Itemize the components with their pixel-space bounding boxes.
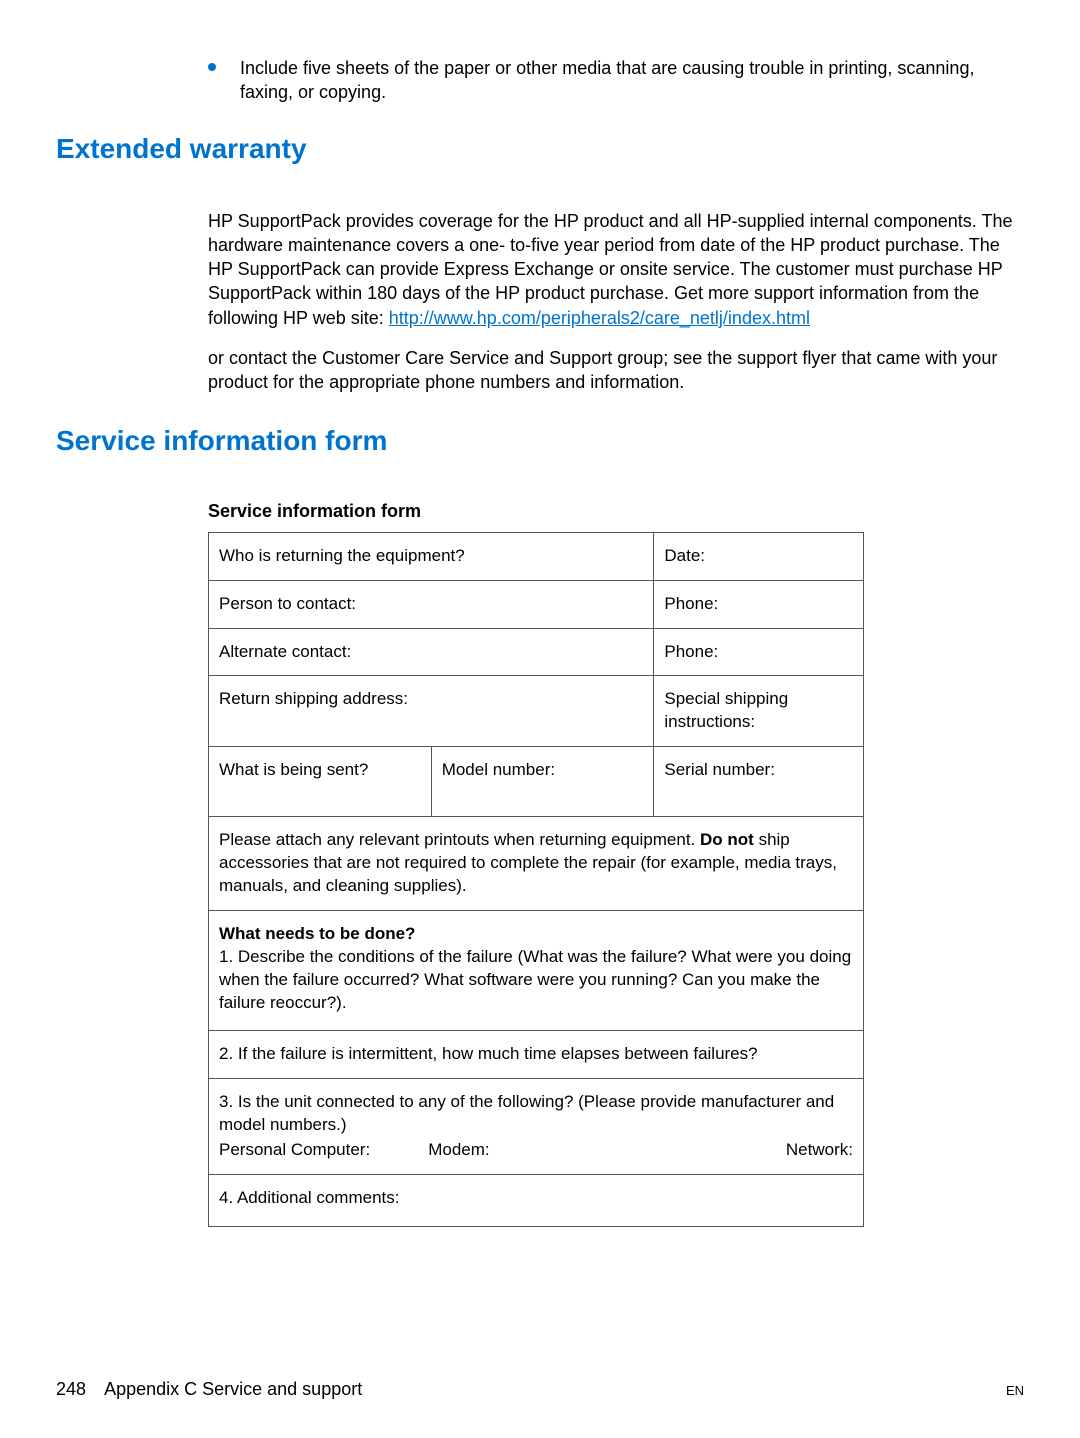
attach-bold: Do not: [700, 830, 754, 849]
cell-needs-4: 4. Additional comments:: [209, 1174, 864, 1226]
page-number: 248: [56, 1379, 86, 1399]
label-pc: Personal Computer:: [219, 1139, 428, 1162]
bullet-text: Include five sheets of the paper or othe…: [240, 56, 1024, 105]
bullet-icon: [208, 63, 216, 71]
cell-needs-2: 2. If the failure is intermittent, how m…: [209, 1031, 864, 1079]
cell-who-returning: Who is returning the equipment?: [209, 532, 654, 580]
bullet-item: Include five sheets of the paper or othe…: [208, 56, 1024, 105]
heading-service-info-form: Service information form: [56, 425, 1024, 457]
cell-needs-3: 3. Is the unit connected to any of the f…: [209, 1079, 864, 1175]
cell-needs-1: What needs to be done? 1. Describe the c…: [209, 911, 864, 1031]
cell-model-number: Model number:: [431, 747, 654, 817]
heading-extended-warranty: Extended warranty: [56, 133, 1024, 165]
service-info-table: Who is returning the equipment? Date: Pe…: [208, 532, 864, 1227]
cell-attach-instructions: Please attach any relevant printouts whe…: [209, 817, 864, 911]
cell-return-address: Return shipping address:: [209, 676, 654, 747]
needs-1-text: 1. Describe the conditions of the failur…: [219, 947, 851, 1012]
paragraph-contact: or contact the Customer Care Service and…: [208, 346, 1024, 395]
support-link[interactable]: http://www.hp.com/peripherals2/care_netl…: [389, 308, 810, 328]
cell-what-sent: What is being sent?: [209, 747, 432, 817]
cell-alt-contact: Alternate contact:: [209, 628, 654, 676]
label-modem: Modem:: [428, 1139, 663, 1162]
cell-phone2: Phone:: [654, 628, 864, 676]
cell-person-contact: Person to contact:: [209, 580, 654, 628]
attach-pre: Please attach any relevant printouts whe…: [219, 830, 700, 849]
footer-lang: EN: [1006, 1383, 1024, 1398]
label-network: Network:: [663, 1139, 853, 1162]
appendix-label: Appendix C Service and support: [104, 1379, 362, 1399]
cell-special-shipping: Special shipping instructions:: [654, 676, 864, 747]
needs-title: What needs to be done?: [219, 924, 415, 943]
paragraph-extended-warranty: HP SupportPack provides coverage for the…: [208, 209, 1024, 330]
footer-left: 248 Appendix C Service and support: [56, 1379, 362, 1400]
table-title: Service information form: [208, 501, 1024, 522]
cell-date: Date:: [654, 532, 864, 580]
cell-serial-number: Serial number:: [654, 747, 864, 817]
needs-3-intro: 3. Is the unit connected to any of the f…: [219, 1092, 834, 1134]
page-footer: 248 Appendix C Service and support EN: [56, 1379, 1024, 1400]
cell-phone1: Phone:: [654, 580, 864, 628]
